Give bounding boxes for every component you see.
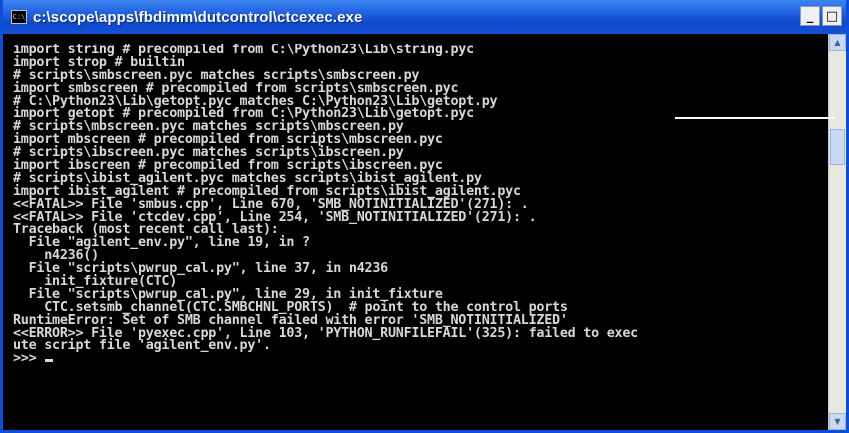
console-line: ute script file 'agilent_env.py'. (13, 338, 271, 354)
scroll-up-arrow-icon: ▲ (834, 38, 841, 47)
maximize-icon: □ (825, 8, 839, 24)
scroll-down-arrow-icon: ▼ (834, 417, 841, 426)
console-line: File "agilent_env.py", line 19, in ? (13, 235, 311, 251)
window-controls: _ □ (800, 6, 842, 26)
console-prompt: >>> (13, 351, 45, 367)
title-bar[interactable]: C:\ c:\scope\apps\fbdimm\dutcontrol\ctce… (3, 0, 846, 34)
minimize-button[interactable]: _ (800, 6, 820, 26)
console-output[interactable]: import string # precompiled from C:\Pyth… (13, 44, 822, 426)
minimize-icon: _ (806, 8, 814, 24)
maximize-button[interactable]: □ (822, 6, 842, 26)
text-cursor (45, 359, 54, 363)
console-app-icon-label: C:\ (12, 12, 26, 21)
console-prompt-line[interactable]: >>> (13, 351, 822, 367)
scroll-down-button[interactable]: ▼ (829, 413, 846, 430)
annotation-line (675, 117, 835, 119)
scroll-up-button[interactable]: ▲ (829, 34, 846, 51)
console-app-icon[interactable]: C:\ (11, 10, 27, 24)
vertical-scrollbar[interactable]: ▲ ▼ (828, 34, 846, 430)
window-title: c:\scope\apps\fbdimm\dutcontrol\ctcexec.… (33, 8, 363, 26)
console-area[interactable]: import string # precompiled from C:\Pyth… (3, 34, 846, 430)
scrollbar-thumb[interactable] (830, 129, 845, 165)
console-window: C:\ c:\scope\apps\fbdimm\dutcontrol\ctce… (0, 0, 849, 433)
